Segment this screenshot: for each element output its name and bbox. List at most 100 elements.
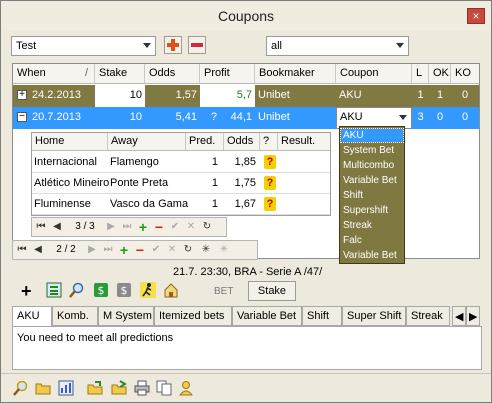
- copy-icon[interactable]: [156, 380, 172, 396]
- col-header-odds[interactable]: Odds: [145, 64, 200, 84]
- stake-button[interactable]: Stake: [248, 281, 296, 301]
- delete-record-icon[interactable]: −: [133, 243, 147, 257]
- prediction-row[interactable]: Atlético Mineiro Ponte Preta 1 1,75 ?: [32, 173, 330, 194]
- window-title: Coupons: [217, 8, 275, 24]
- subcol-pred[interactable]: Pred.: [186, 133, 224, 151]
- refresh-icon[interactable]: ↻: [181, 243, 195, 257]
- subcol-odds[interactable]: Odds: [224, 133, 260, 151]
- last-record-icon[interactable]: ⏭: [120, 220, 134, 234]
- last-record-icon[interactable]: ⏭: [101, 243, 115, 257]
- subcol-q[interactable]: ?: [260, 133, 278, 151]
- money-green-icon[interactable]: $: [93, 282, 109, 298]
- refresh-icon[interactable]: ↻: [200, 220, 214, 234]
- dropdown-option[interactable]: Streak: [341, 219, 403, 232]
- dropdown-option[interactable]: Supershift: [341, 204, 403, 217]
- coupons-window: Coupons × Test all When / Stake Odds Pro…: [0, 0, 492, 403]
- delete-record-icon[interactable]: −: [152, 220, 166, 234]
- dropdown-option[interactable]: Shift: [341, 189, 403, 202]
- first-record-icon[interactable]: ⏮: [34, 220, 48, 234]
- print-icon[interactable]: [134, 380, 150, 396]
- tab-m-system[interactable]: M System: [98, 306, 154, 326]
- remove-group-button[interactable]: [188, 36, 206, 54]
- collapse-icon[interactable]: −: [17, 112, 27, 122]
- dropdown-option[interactable]: Variable Bet: [341, 174, 403, 187]
- chart-icon[interactable]: [58, 380, 74, 396]
- house-icon[interactable]: [163, 282, 179, 298]
- group-select[interactable]: Test: [11, 36, 156, 56]
- add-group-button[interactable]: [164, 36, 182, 54]
- title-bar: Coupons ×: [1, 1, 491, 31]
- tab-super-shift[interactable]: Super Shift: [342, 306, 406, 326]
- search-icon[interactable]: [69, 282, 85, 298]
- next-record-icon[interactable]: ▶: [104, 220, 118, 234]
- user-settings-icon[interactable]: [178, 380, 194, 396]
- dropdown-option[interactable]: System Bet: [341, 144, 403, 157]
- status-select[interactable]: all: [266, 36, 409, 56]
- tab-komb[interactable]: Komb.: [52, 306, 98, 326]
- table-row[interactable]: − 20.7.2013 10 5,41 ? 44,1 Unibet AKU 3 …: [13, 107, 479, 129]
- prev-record-icon[interactable]: ◀: [31, 243, 45, 257]
- coupon-tabs: AKU Komb. M System Itemized bets Variabl…: [12, 306, 482, 327]
- tab-panel: You need to meet all predictions: [12, 326, 482, 370]
- dropdown-option[interactable]: AKU: [340, 128, 404, 143]
- question-icon: ?: [264, 197, 276, 211]
- col-header-coupon[interactable]: Coupon: [336, 64, 412, 84]
- confirm-icon[interactable]: ✔: [168, 220, 182, 234]
- col-header-l[interactable]: L: [412, 64, 429, 84]
- first-record-icon[interactable]: ⏮: [15, 243, 29, 257]
- export-icon[interactable]: [87, 380, 103, 396]
- asterisk-icon[interactable]: ✳: [199, 243, 213, 257]
- question-icon: ?: [264, 155, 276, 169]
- chevron-down-icon: [399, 115, 407, 120]
- tab-variable-bet[interactable]: Variable Bet: [232, 306, 302, 326]
- col-header-stake[interactable]: Stake: [95, 64, 145, 84]
- subcol-home[interactable]: Home: [32, 133, 108, 151]
- tab-itemized-bets[interactable]: Itemized bets: [154, 306, 232, 326]
- subcol-away[interactable]: Away: [108, 133, 186, 151]
- cancel-icon[interactable]: ✕: [184, 220, 198, 234]
- col-header-ok[interactable]: OK: [429, 64, 451, 84]
- next-record-icon[interactable]: ▶: [85, 243, 99, 257]
- tab-description: You need to meet all predictions: [17, 332, 174, 344]
- dropdown-option[interactable]: Falc: [341, 234, 403, 247]
- tab-scroll-right-icon[interactable]: ▶: [466, 306, 480, 326]
- asterisk-disabled-icon[interactable]: ✳: [217, 243, 231, 257]
- subgrid-page-indicator: 3 / 3: [75, 221, 95, 232]
- search-icon[interactable]: [13, 380, 29, 396]
- import-icon[interactable]: [111, 380, 127, 396]
- confirm-icon[interactable]: ✔: [149, 243, 163, 257]
- chevron-down-icon: [143, 43, 151, 48]
- subcol-result[interactable]: Result.: [278, 133, 330, 151]
- question-icon: ?: [264, 176, 276, 190]
- tab-scroll-left-icon[interactable]: ◀: [452, 306, 466, 326]
- grid-page-indicator: 2 / 2: [56, 244, 76, 255]
- col-header-bookmaker[interactable]: Bookmaker: [255, 64, 336, 84]
- dropdown-option[interactable]: Variable Bet: [341, 249, 403, 262]
- tab-streak[interactable]: Streak: [406, 306, 450, 326]
- grid-navigator: ⏮ ◀ 2 / 2 ▶ ⏭ + − ✔ ✕ ↻ ✳ ✳: [12, 240, 258, 260]
- cancel-icon[interactable]: ✕: [165, 243, 179, 257]
- col-header-ko[interactable]: KO: [451, 64, 479, 84]
- col-header-profit[interactable]: Profit: [200, 64, 255, 84]
- list-icon[interactable]: [46, 282, 62, 298]
- add-record-icon[interactable]: +: [136, 220, 150, 234]
- tab-aku[interactable]: AKU: [12, 306, 52, 327]
- expand-icon[interactable]: +: [17, 90, 27, 100]
- plus-icon: [167, 39, 179, 51]
- table-row[interactable]: + 24.2.2013 10 1,57 5,7 Unibet AKU 1 1 0: [13, 85, 479, 107]
- close-button[interactable]: ×: [467, 8, 485, 24]
- prev-record-icon[interactable]: ◀: [50, 220, 64, 234]
- add-record-icon[interactable]: +: [117, 243, 131, 257]
- col-header-when[interactable]: When /: [13, 64, 95, 84]
- money-gray-icon[interactable]: $: [116, 282, 132, 298]
- prediction-row[interactable]: Internacional Flamengo 1 1,85 ?: [32, 152, 330, 173]
- svg-text:$: $: [121, 284, 128, 297]
- add-coupon-icon[interactable]: +: [21, 282, 37, 300]
- open-folder-icon[interactable]: [35, 380, 51, 396]
- dropdown-option[interactable]: Multicombo: [341, 159, 403, 172]
- prediction-row[interactable]: Fluminense Vasco da Gama 1 1,67 ?: [32, 194, 330, 215]
- runner-icon[interactable]: [140, 282, 156, 298]
- svg-text:$: $: [98, 284, 105, 297]
- tab-shift[interactable]: Shift: [302, 306, 342, 326]
- minus-icon: [191, 43, 203, 47]
